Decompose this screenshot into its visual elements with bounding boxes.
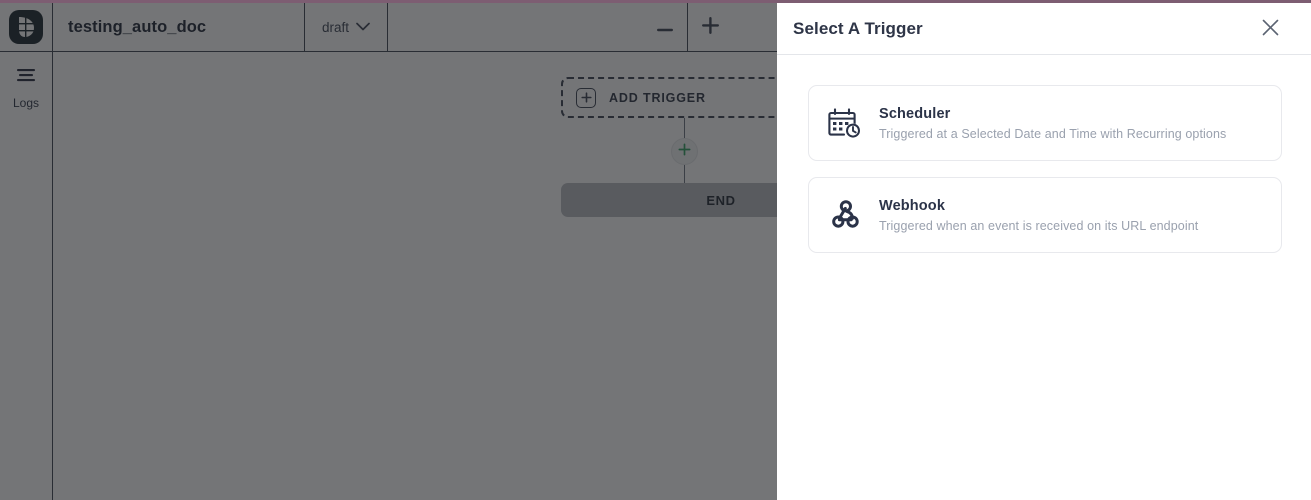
app-root: testing_auto_doc draft xyxy=(0,0,1311,500)
close-panel-button[interactable] xyxy=(1257,16,1283,42)
trigger-option-scheduler[interactable]: Scheduler Triggered at a Selected Date a… xyxy=(808,85,1282,161)
trigger-option-title: Scheduler xyxy=(879,105,951,122)
close-icon xyxy=(1262,19,1279,39)
panel-header: Select A Trigger xyxy=(777,3,1311,55)
trigger-option-webhook[interactable]: Webhook Triggered when an event is recei… xyxy=(808,177,1282,253)
select-trigger-panel: Select A Trigger Scheduler Triggered at … xyxy=(777,0,1311,500)
top-accent-strip xyxy=(0,0,1311,3)
trigger-option-title: Webhook xyxy=(879,197,946,214)
webhook-icon xyxy=(827,197,863,233)
trigger-option-description: Triggered at a Selected Date and Time wi… xyxy=(879,126,1227,141)
calendar-clock-icon xyxy=(827,105,863,141)
trigger-list: Scheduler Triggered at a Selected Date a… xyxy=(777,55,1311,500)
panel-title: Select A Trigger xyxy=(793,18,923,38)
trigger-option-description: Triggered when an event is received on i… xyxy=(879,218,1199,233)
